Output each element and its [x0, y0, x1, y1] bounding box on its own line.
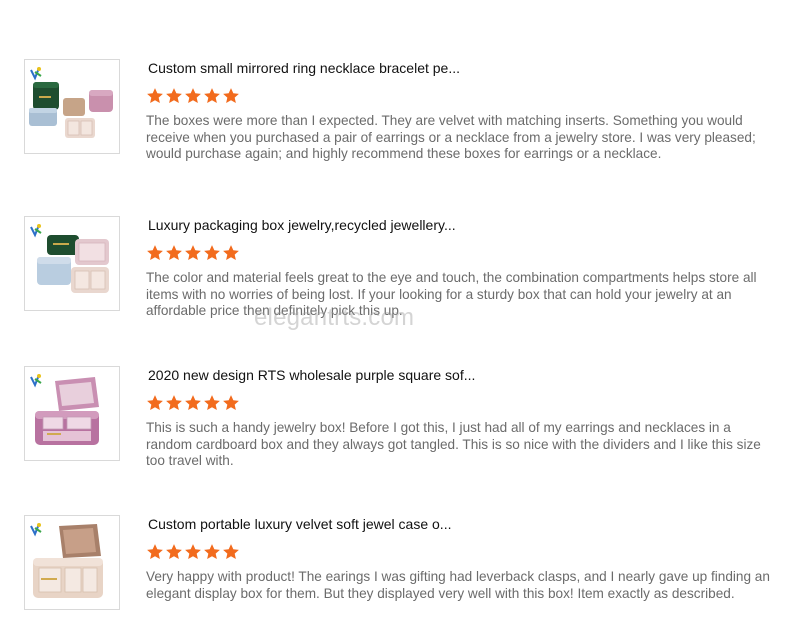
product-thumbnail[interactable] [24, 59, 120, 154]
star-icon [147, 88, 163, 104]
review-item: Custom portable luxury velvet soft jewel… [0, 515, 790, 625]
rating-stars [146, 543, 240, 561]
brand-logo-icon [30, 523, 42, 537]
product-thumbnail[interactable] [24, 216, 120, 311]
review-title[interactable]: Luxury packaging box jewelry,recycled je… [148, 217, 456, 233]
rating-stars [146, 244, 240, 262]
review-item: 2020 new design RTS wholesale purple squ… [0, 366, 790, 476]
brand-logo-icon [30, 374, 42, 388]
star-icon [223, 544, 239, 560]
star-icon [185, 395, 201, 411]
star-icon [223, 245, 239, 261]
star-icon [204, 88, 220, 104]
review-text: The color and material feels great to th… [146, 270, 757, 318]
review-text: The boxes were more than I expected. The… [146, 113, 756, 161]
star-icon [166, 395, 182, 411]
star-icon [166, 245, 182, 261]
review-title[interactable]: 2020 new design RTS wholesale purple squ… [148, 367, 475, 383]
product-image [30, 374, 99, 445]
brand-logo-icon [30, 67, 42, 81]
star-icon [223, 88, 239, 104]
rating-stars [146, 87, 240, 105]
star-icon [185, 544, 201, 560]
star-icon [147, 245, 163, 261]
star-icon [166, 544, 182, 560]
rating-stars [146, 394, 240, 412]
star-icon [185, 88, 201, 104]
star-icon [185, 245, 201, 261]
star-icon [204, 544, 220, 560]
star-icon [147, 395, 163, 411]
star-icon [204, 245, 220, 261]
review-title[interactable]: Custom portable luxury velvet soft jewel… [148, 516, 451, 532]
product-image [30, 523, 103, 598]
brand-logo-icon [30, 224, 42, 238]
product-thumbnail[interactable] [24, 366, 120, 461]
product-image [29, 67, 113, 138]
star-icon [166, 88, 182, 104]
watermark: elegantrts.com [254, 304, 415, 331]
review-title[interactable]: Custom small mirrored ring necklace brac… [148, 60, 460, 76]
star-icon [223, 395, 239, 411]
review-text: This is such a handy jewelry box! Before… [146, 420, 761, 468]
review-text: Very happy with product! The earings I w… [146, 569, 770, 601]
star-icon [204, 395, 220, 411]
star-icon [147, 544, 163, 560]
product-thumbnail[interactable] [24, 515, 120, 610]
review-item: Custom small mirrored ring necklace brac… [0, 59, 790, 169]
product-image [30, 224, 109, 293]
